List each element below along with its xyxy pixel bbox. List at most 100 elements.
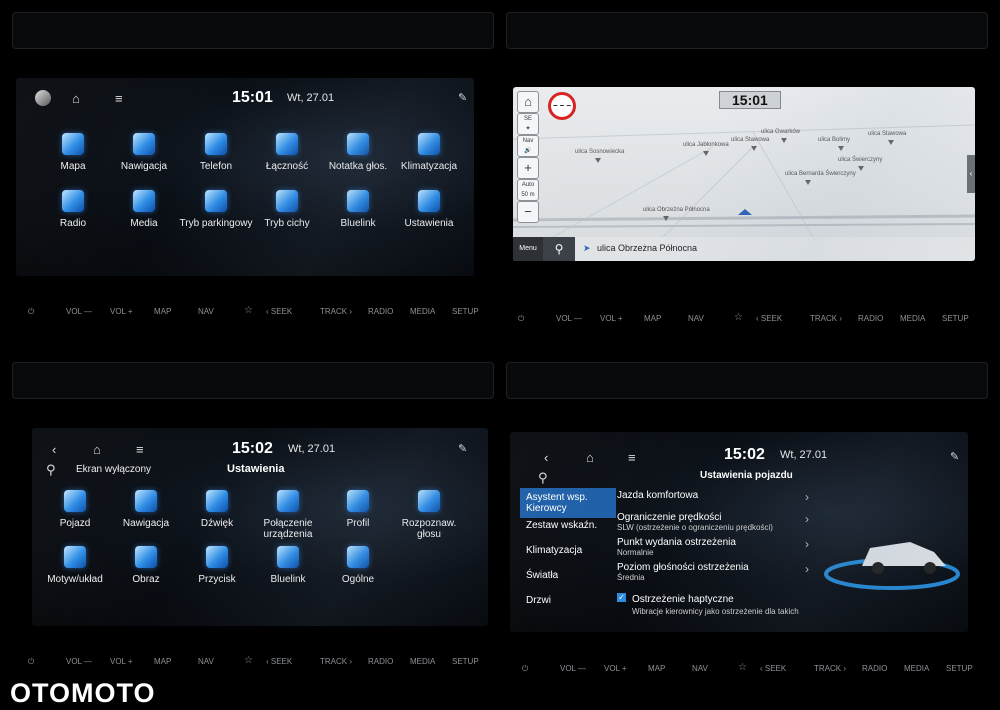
menu-item-drzwi[interactable]: Drzwi bbox=[526, 595, 551, 606]
hw-button-media[interactable]: MEDIA bbox=[904, 664, 929, 673]
hw-button-seek[interactable]: ‹ SEEK bbox=[756, 314, 782, 323]
favorite-star-icon[interactable]: ☆ bbox=[244, 305, 253, 316]
app-media[interactable]: Media bbox=[104, 190, 184, 229]
hw-button-vol[interactable]: VOL + bbox=[110, 307, 133, 316]
menu-icon[interactable]: ≡ bbox=[136, 442, 144, 457]
hw-button-vol[interactable]: VOL + bbox=[600, 314, 623, 323]
hw-button-nav[interactable]: NAV bbox=[198, 657, 214, 666]
app-bluelink[interactable]: Bluelink bbox=[318, 190, 398, 229]
menu-item-klimatyzacja[interactable]: Klimatyzacja bbox=[526, 545, 582, 556]
hw-button-vol[interactable]: VOL — bbox=[556, 314, 582, 323]
haptic-warning-row[interactable]: ✓ Ostrzeżenie haptyczne Wibracje kierownic… bbox=[617, 589, 827, 616]
zoom-in-button[interactable]: + bbox=[517, 157, 539, 179]
hw-button-track[interactable]: TRACK › bbox=[320, 657, 352, 666]
menu-item-zestaw-wskazn[interactable]: Zestaw wskaźn. bbox=[526, 520, 597, 531]
menu-item-swiatla[interactable]: Światła bbox=[526, 570, 558, 581]
hw-button-vol[interactable]: VOL — bbox=[560, 664, 586, 673]
setting-polaczenie-urzadzenia[interactable]: Połączenie urządzenia bbox=[248, 490, 328, 540]
hw-button-seek[interactable]: ‹ SEEK bbox=[266, 307, 292, 316]
setting-dzwiek[interactable]: Dźwięk bbox=[177, 490, 257, 529]
hw-button-setup[interactable]: SETUP bbox=[452, 307, 479, 316]
power-icon[interactable]: ⏻ bbox=[28, 307, 34, 317]
hw-button-radio[interactable]: RADIO bbox=[862, 664, 887, 673]
app-lacznosc[interactable]: Łączność bbox=[247, 133, 327, 172]
hw-button-media[interactable]: MEDIA bbox=[900, 314, 925, 323]
app-notatka-glos[interactable]: Notatka głos. bbox=[318, 133, 398, 172]
home-icon[interactable]: ⌂ bbox=[586, 450, 594, 465]
hw-button-vol[interactable]: VOL — bbox=[66, 307, 92, 316]
setting-bluelink[interactable]: Bluelink bbox=[248, 546, 328, 585]
app-mapa[interactable]: Mapa bbox=[33, 133, 113, 172]
menu-icon[interactable]: ≡ bbox=[115, 91, 123, 106]
hw-button-media[interactable]: MEDIA bbox=[410, 657, 435, 666]
app-ustawienia[interactable]: Ustawienia bbox=[389, 190, 469, 229]
power-icon[interactable]: ⏻ bbox=[522, 664, 528, 674]
hw-button-track[interactable]: TRACK › bbox=[320, 307, 352, 316]
hw-button-seek[interactable]: ‹ SEEK bbox=[760, 664, 786, 673]
hw-button-vol[interactable]: VOL + bbox=[110, 657, 133, 666]
setting-rozpoznaw-glosu[interactable]: Rozpoznaw. głosu bbox=[389, 490, 469, 540]
app-klimatyzacja[interactable]: Klimatyzacja bbox=[389, 133, 469, 172]
setting-obraz[interactable]: Obraz bbox=[106, 546, 186, 585]
hw-button-seek[interactable]: ‹ SEEK bbox=[266, 657, 292, 666]
zoom-out-button[interactable]: − bbox=[517, 201, 539, 223]
edit-icon[interactable]: ✎ bbox=[458, 91, 467, 104]
setting-motyw-uklad[interactable]: Motyw/układ bbox=[35, 546, 115, 585]
back-icon[interactable]: ‹ bbox=[52, 442, 56, 457]
setting-profil[interactable]: Profil bbox=[318, 490, 398, 529]
setting-row-jazda-komfortowa[interactable]: Jazda komfortowa › bbox=[617, 490, 827, 504]
hw-button-radio[interactable]: RADIO bbox=[368, 307, 393, 316]
power-icon[interactable]: ⏻ bbox=[28, 657, 34, 667]
hw-button-track[interactable]: TRACK › bbox=[810, 314, 842, 323]
setting-przycisk[interactable]: Przycisk bbox=[177, 546, 257, 585]
home-icon[interactable]: ⌂ bbox=[72, 91, 80, 106]
app-tryb-cichy[interactable]: Tryb cichy bbox=[247, 190, 327, 229]
menu-icon[interactable]: ≡ bbox=[628, 450, 636, 465]
nav-voice-button[interactable]: Nav 🔊 bbox=[517, 135, 539, 157]
hw-button-nav[interactable]: NAV bbox=[688, 314, 704, 323]
setting-row-ograniczenie-predkosci[interactable]: Ograniczenie prędkości SLW (ostrzeżenie o… bbox=[617, 512, 827, 532]
edit-icon[interactable]: ✎ bbox=[458, 442, 467, 455]
favorite-star-icon[interactable]: ☆ bbox=[244, 655, 253, 666]
favorite-star-icon[interactable]: ☆ bbox=[734, 312, 743, 323]
hw-button-nav[interactable]: NAV bbox=[198, 307, 214, 316]
nav-search-icon[interactable]: ⚲ bbox=[543, 237, 575, 261]
hw-button-nav[interactable]: NAV bbox=[692, 664, 708, 673]
screen-off-button[interactable]: Ekran wyłączony bbox=[76, 464, 151, 475]
setting-pojazd[interactable]: Pojazd bbox=[35, 490, 115, 529]
hw-button-setup[interactable]: SETUP bbox=[942, 314, 969, 323]
nav-menu-button[interactable]: Menu bbox=[513, 237, 543, 261]
setting-ogolne[interactable]: Ogólne bbox=[318, 546, 398, 585]
app-nawigacja[interactable]: Nawigacja bbox=[104, 133, 184, 172]
app-telefon[interactable]: Telefon bbox=[176, 133, 256, 172]
map-side-handle[interactable]: ‹ bbox=[967, 155, 975, 193]
hw-button-map[interactable]: MAP bbox=[648, 664, 665, 673]
hw-button-radio[interactable]: RADIO bbox=[858, 314, 883, 323]
hw-button-radio[interactable]: RADIO bbox=[368, 657, 393, 666]
map-area[interactable]: ulica Sosnowiecka ulica Jabłonkowa ulica S… bbox=[513, 87, 975, 237]
home-button[interactable]: ⌂ bbox=[517, 91, 539, 113]
setting-row-punkt-wydania-ostrzezenia[interactable]: Punkt wydania ostrzeżenia Normalnie › bbox=[617, 537, 827, 557]
profile-avatar-icon[interactable] bbox=[35, 90, 51, 106]
setting-row-poziom-glosnosci-ostrzezenia[interactable]: Poziom głośności ostrzeżenia Średnia › bbox=[617, 562, 827, 582]
compass-button[interactable]: SE ✦ bbox=[517, 113, 539, 135]
setting-nawigacja[interactable]: Nawigacja bbox=[106, 490, 186, 529]
hw-button-vol[interactable]: VOL + bbox=[604, 664, 627, 673]
app-radio[interactable]: Radio bbox=[33, 190, 113, 229]
menu-item-asystent-wsp-kierowcy[interactable]: Asystent wsp. Kierowcy bbox=[520, 488, 616, 518]
hw-button-map[interactable]: MAP bbox=[154, 657, 171, 666]
hw-button-setup[interactable]: SETUP bbox=[946, 664, 973, 673]
hw-button-track[interactable]: TRACK › bbox=[814, 664, 846, 673]
home-icon[interactable]: ⌂ bbox=[93, 442, 101, 457]
hw-button-map[interactable]: MAP bbox=[154, 307, 171, 316]
hw-button-vol[interactable]: VOL — bbox=[66, 657, 92, 666]
edit-icon[interactable]: ✎ bbox=[950, 450, 959, 463]
app-tryb-parkingowy[interactable]: Tryb parkingowy bbox=[176, 190, 256, 229]
search-icon[interactable]: ⚲ bbox=[46, 462, 56, 478]
power-icon[interactable]: ⏻ bbox=[518, 314, 524, 324]
back-icon[interactable]: ‹ bbox=[544, 450, 548, 465]
hw-button-media[interactable]: MEDIA bbox=[410, 307, 435, 316]
haptic-checkbox[interactable]: ✓ bbox=[617, 593, 626, 603]
favorite-star-icon[interactable]: ☆ bbox=[738, 662, 747, 673]
hw-button-map[interactable]: MAP bbox=[644, 314, 661, 323]
